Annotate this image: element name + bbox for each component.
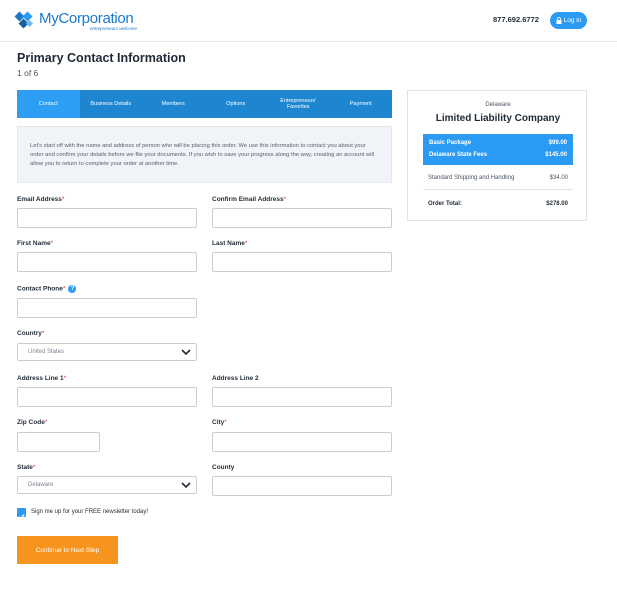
last-name-field[interactable] [212, 252, 392, 272]
summary-row-total: Order Total: $278.00 [428, 201, 568, 207]
summary-row-shipping: Standard Shipping and Handling $34.00 [428, 175, 568, 181]
state-select[interactable]: Delaware [17, 476, 197, 494]
line-item-amount: $145.00 [545, 152, 567, 158]
summary-highlight: Basic Package $99.00 Delaware State Fees… [423, 134, 573, 165]
tab-members[interactable]: Members [142, 90, 205, 118]
last-name-label: Last Name* [212, 240, 248, 247]
intro-text: Let's start off with the name and addres… [17, 126, 392, 183]
line-item-amount: $99.00 [548, 140, 567, 146]
brand-name: MyCorporation [39, 10, 134, 27]
county-label: County [212, 464, 235, 471]
state-label: State* [17, 464, 36, 471]
county-field[interactable] [212, 476, 392, 496]
total-label: Order Total: [428, 201, 462, 207]
step-indicator: 1 of 6 [17, 68, 39, 78]
tab-payment[interactable]: Payment [330, 90, 393, 118]
required-mark: * [283, 196, 287, 203]
order-summary: Delaware Limited Liability Company Basic… [407, 90, 587, 221]
continue-button[interactable]: Continue to Next Step [17, 536, 118, 564]
address-line-1-label: Address Line 1* [17, 375, 67, 382]
site-header: MyCorporation entrepreneurs welcome 877.… [0, 0, 617, 42]
newsletter-checkbox[interactable] [17, 508, 26, 520]
contact-phone-field[interactable] [17, 298, 197, 318]
address-line-1-field[interactable] [17, 387, 197, 407]
required-mark: * [62, 285, 66, 293]
required-mark: * [44, 419, 48, 426]
summary-row-basic-package: Basic Package $99.00 [429, 140, 567, 146]
line-item-amount: $34.00 [549, 175, 568, 181]
summary-title: Limited Liability Company [435, 113, 561, 124]
line-item-label: Standard Shipping and Handling [428, 175, 515, 181]
required-mark: * [224, 419, 227, 426]
zip-code-label: Zip Code* [17, 419, 48, 426]
address-line-2-field[interactable] [212, 387, 392, 407]
country-select[interactable]: United States [17, 343, 197, 361]
line-item-label: Delaware State Fees [429, 152, 488, 158]
summary-row-state-fees: Delaware State Fees $145.00 [429, 152, 567, 158]
newsletter-label[interactable]: Sign me up for your FREE newsletter toda… [31, 509, 148, 515]
summary-state: Delaware [485, 102, 511, 108]
first-name-field[interactable] [17, 252, 197, 272]
logo-mark-icon [14, 11, 34, 29]
tab-contact[interactable]: Contact [17, 90, 80, 118]
tab-entrepreneurs-favorites[interactable]: Entrepreneurs' Favorites [267, 90, 330, 118]
line-item-label: Basic Package [429, 140, 472, 146]
email-field[interactable] [17, 208, 197, 228]
page-title: Primary Contact Information [17, 51, 186, 65]
confirm-email-label: Confirm Email Address* [212, 196, 287, 203]
summary-divider [423, 189, 573, 190]
brand-tagline: entrepreneurs welcome [90, 26, 138, 31]
required-mark: * [244, 240, 248, 247]
help-icon[interactable]: ? [68, 285, 77, 293]
required-mark: * [63, 375, 67, 382]
zip-code-field[interactable] [17, 432, 100, 452]
contact-phone-label: Contact Phone*? [17, 285, 77, 293]
chevron-down-icon [181, 482, 191, 489]
total-amount: $278.00 [546, 201, 568, 207]
required-mark: * [61, 196, 65, 203]
brand-logo[interactable]: MyCorporation entrepreneurs welcome [14, 9, 164, 33]
state-value: Delaware [28, 482, 54, 488]
chevron-down-icon [181, 349, 191, 356]
city-field[interactable] [212, 432, 392, 452]
tab-business-details[interactable]: Business Details [80, 90, 143, 118]
progress-tabs: Contact Business Details Members Options… [17, 90, 392, 118]
required-mark: * [41, 330, 45, 337]
phone-number[interactable]: 877.692.6772 [493, 15, 539, 24]
required-mark: * [32, 464, 36, 471]
country-value: United States [28, 349, 65, 355]
required-mark: * [50, 240, 54, 247]
checkmark-icon [18, 514, 25, 520]
city-label: City* [212, 419, 227, 426]
login-label: Log in [563, 17, 582, 24]
tab-options[interactable]: Options [205, 90, 268, 118]
login-button[interactable]: Log in [550, 12, 587, 29]
lock-icon [556, 17, 562, 24]
email-label: Email Address* [17, 196, 65, 203]
confirm-email-field[interactable] [212, 208, 392, 228]
first-name-label: First Name* [17, 240, 54, 247]
address-line-2-label: Address Line 2 [212, 375, 259, 382]
country-label: Country* [17, 330, 45, 337]
